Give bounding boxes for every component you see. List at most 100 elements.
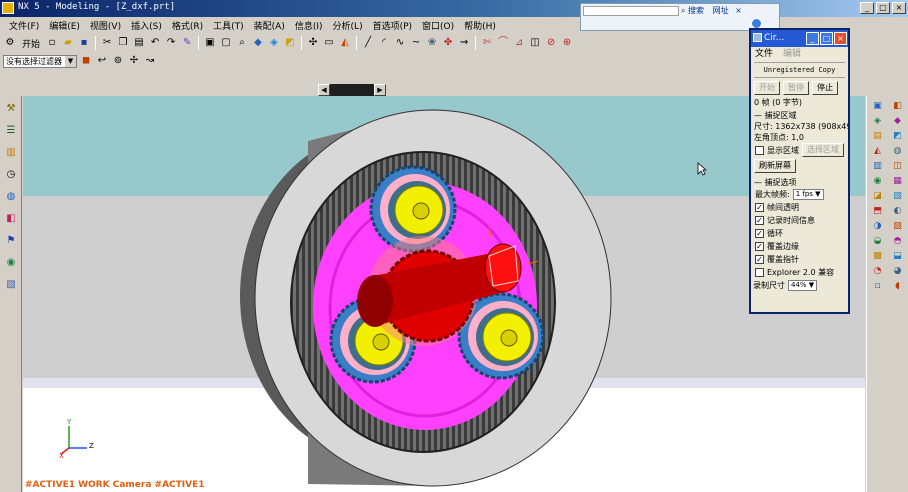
command-tool-icon[interactable]: ▣: [871, 100, 884, 113]
command-tool-icon[interactable]: ◈: [871, 115, 884, 128]
command-tool-icon[interactable]: ◐: [891, 205, 904, 218]
menu-file[interactable]: 文件(F): [4, 19, 44, 32]
blend-icon[interactable]: ⌒: [496, 36, 510, 50]
command-tool-icon[interactable]: ◆: [891, 115, 904, 128]
menu-insert[interactable]: 插入(S): [126, 19, 167, 32]
select-area-button[interactable]: 选择区域: [802, 143, 844, 157]
command-tool-icon[interactable]: ◭: [871, 145, 884, 158]
capture-minimize-button[interactable]: _: [806, 32, 819, 45]
part-navigator-icon[interactable]: ☰: [3, 122, 19, 138]
menu-edit[interactable]: 编辑(E): [44, 19, 85, 32]
shell-icon[interactable]: ◫: [528, 36, 542, 50]
assembly-navigator-icon[interactable]: ⚒: [3, 100, 19, 116]
chamfer-icon[interactable]: ⊿: [512, 36, 526, 50]
refresh-screen-button[interactable]: 刷新屏幕: [754, 159, 796, 173]
deselect-icon[interactable]: ↩: [95, 54, 109, 68]
trim-icon[interactable]: ✄: [480, 36, 494, 50]
command-tool-icon[interactable]: ◖: [891, 280, 904, 293]
shaded-icon[interactable]: ◈: [267, 36, 281, 50]
start-record-button[interactable]: 开始: [754, 81, 780, 95]
paint-icon[interactable]: ◭: [338, 36, 352, 50]
menu-help[interactable]: 帮助(H): [459, 19, 501, 32]
close-icon[interactable]: ×: [735, 6, 742, 15]
command-tool-icon[interactable]: ◑: [871, 220, 884, 233]
command-tool-icon[interactable]: ◉: [871, 175, 884, 188]
command-tool-icon[interactable]: ⬒: [871, 205, 884, 218]
command-tool-icon[interactable]: ▥: [871, 160, 884, 173]
arrow-icon[interactable]: ↝: [143, 54, 157, 68]
select-all-icon[interactable]: ◼: [79, 54, 93, 68]
search-input[interactable]: [583, 6, 679, 16]
display-mode-icon[interactable]: ◩: [283, 36, 297, 50]
command-tool-icon[interactable]: ▤: [871, 130, 884, 143]
opt-record-time-checkbox[interactable]: ✓: [755, 216, 764, 225]
spline-icon[interactable]: ∿: [393, 36, 407, 50]
stop-record-button[interactable]: 停止: [812, 81, 838, 95]
opt-explorer-checkbox[interactable]: [755, 268, 764, 277]
show-area-checkbox[interactable]: [755, 145, 764, 155]
opt-cover-pointer-checkbox[interactable]: ✓: [755, 255, 764, 264]
command-tool-icon[interactable]: ◒: [871, 235, 884, 248]
capture-menu-file[interactable]: 文件: [755, 47, 773, 61]
undo-icon[interactable]: ↶: [148, 36, 162, 50]
new-file-icon[interactable]: ▫: [45, 36, 59, 50]
command-tool-icon[interactable]: ▨: [891, 220, 904, 233]
offset-icon[interactable]: ⇝: [457, 36, 471, 50]
minimize-button[interactable]: _: [860, 2, 874, 14]
menu-analysis[interactable]: 分析(L): [328, 19, 368, 32]
rec-size-select[interactable]: 44% ▼: [788, 280, 818, 291]
roles-icon[interactable]: ◉: [3, 254, 19, 270]
paste-icon[interactable]: ▤: [132, 36, 146, 50]
menu-tools[interactable]: 工具(T): [208, 19, 249, 32]
command-tool-icon[interactable]: ◫: [891, 160, 904, 173]
command-tool-icon[interactable]: ▫: [871, 280, 884, 293]
menu-format[interactable]: 格式(R): [167, 19, 208, 32]
process-studio-icon[interactable]: ⚑: [3, 232, 19, 248]
scroll-track[interactable]: [330, 84, 374, 96]
opt-transparent-checkbox[interactable]: ✓: [755, 203, 764, 212]
palette-icon[interactable]: ◧: [3, 210, 19, 226]
pointer-icon[interactable]: ✢: [127, 54, 141, 68]
start-button[interactable]: 开始: [19, 37, 43, 50]
capture-menu-edit[interactable]: 编辑: [783, 47, 801, 61]
opt-loop-checkbox[interactable]: ✓: [755, 229, 764, 238]
command-tool-icon[interactable]: ◩: [891, 130, 904, 143]
menu-info[interactable]: 信息(I): [290, 19, 328, 32]
zoom-icon[interactable]: ▢: [219, 36, 233, 50]
start-icon[interactable]: ⚙: [3, 36, 17, 50]
reuse-library-icon[interactable]: ▥: [3, 144, 19, 160]
line-icon[interactable]: ╱: [361, 36, 375, 50]
command-tool-icon[interactable]: ◓: [891, 235, 904, 248]
analysis-icon[interactable]: ⊕: [560, 36, 574, 50]
command-tool-icon[interactable]: ◔: [871, 265, 884, 278]
scroll-left-icon[interactable]: ◀: [318, 84, 330, 96]
maximize-button[interactable]: □: [876, 2, 890, 14]
cut-icon[interactable]: ✂: [100, 36, 114, 50]
scroll-right-icon[interactable]: ▶: [374, 84, 386, 96]
history-icon[interactable]: ◷: [3, 166, 19, 182]
menu-view[interactable]: 视图(V): [85, 19, 126, 32]
snap-point-icon[interactable]: ⊚: [111, 54, 125, 68]
system-materials-icon[interactable]: ▧: [3, 276, 19, 292]
graphics-viewport[interactable]: Z X Y #ACTIVE1 WORK Camera #ACTIVE1: [23, 96, 865, 492]
magnify-icon[interactable]: ⌕: [235, 36, 249, 50]
boolean-icon[interactable]: ✤: [441, 36, 455, 50]
copy-icon[interactable]: ❐: [116, 36, 130, 50]
fit-view-icon[interactable]: ▣: [203, 36, 217, 50]
command-tool-icon[interactable]: ◍: [891, 145, 904, 158]
close-button[interactable]: ×: [892, 2, 906, 14]
search-button[interactable]: ⌕ 搜索 网址 ×: [681, 5, 742, 16]
menu-preferences[interactable]: 首选项(P): [368, 19, 417, 32]
brush-icon[interactable]: ✎: [180, 36, 194, 50]
gear-assembly-model[interactable]: [23, 96, 865, 492]
layer-icon[interactable]: ▭: [322, 36, 336, 50]
filter-select[interactable]: 没有选择过滤器 ▼: [3, 54, 77, 68]
redo-icon[interactable]: ↷: [164, 36, 178, 50]
command-tool-icon[interactable]: ⬓: [891, 250, 904, 263]
open-folder-icon[interactable]: ▰: [61, 36, 75, 50]
view-scroller[interactable]: ◀ ▶: [318, 84, 386, 96]
opt-cover-edge-checkbox[interactable]: ✓: [755, 242, 764, 251]
command-tool-icon[interactable]: ◧: [891, 100, 904, 113]
save-icon[interactable]: ▪: [77, 36, 91, 50]
measure-icon[interactable]: ⊘: [544, 36, 558, 50]
